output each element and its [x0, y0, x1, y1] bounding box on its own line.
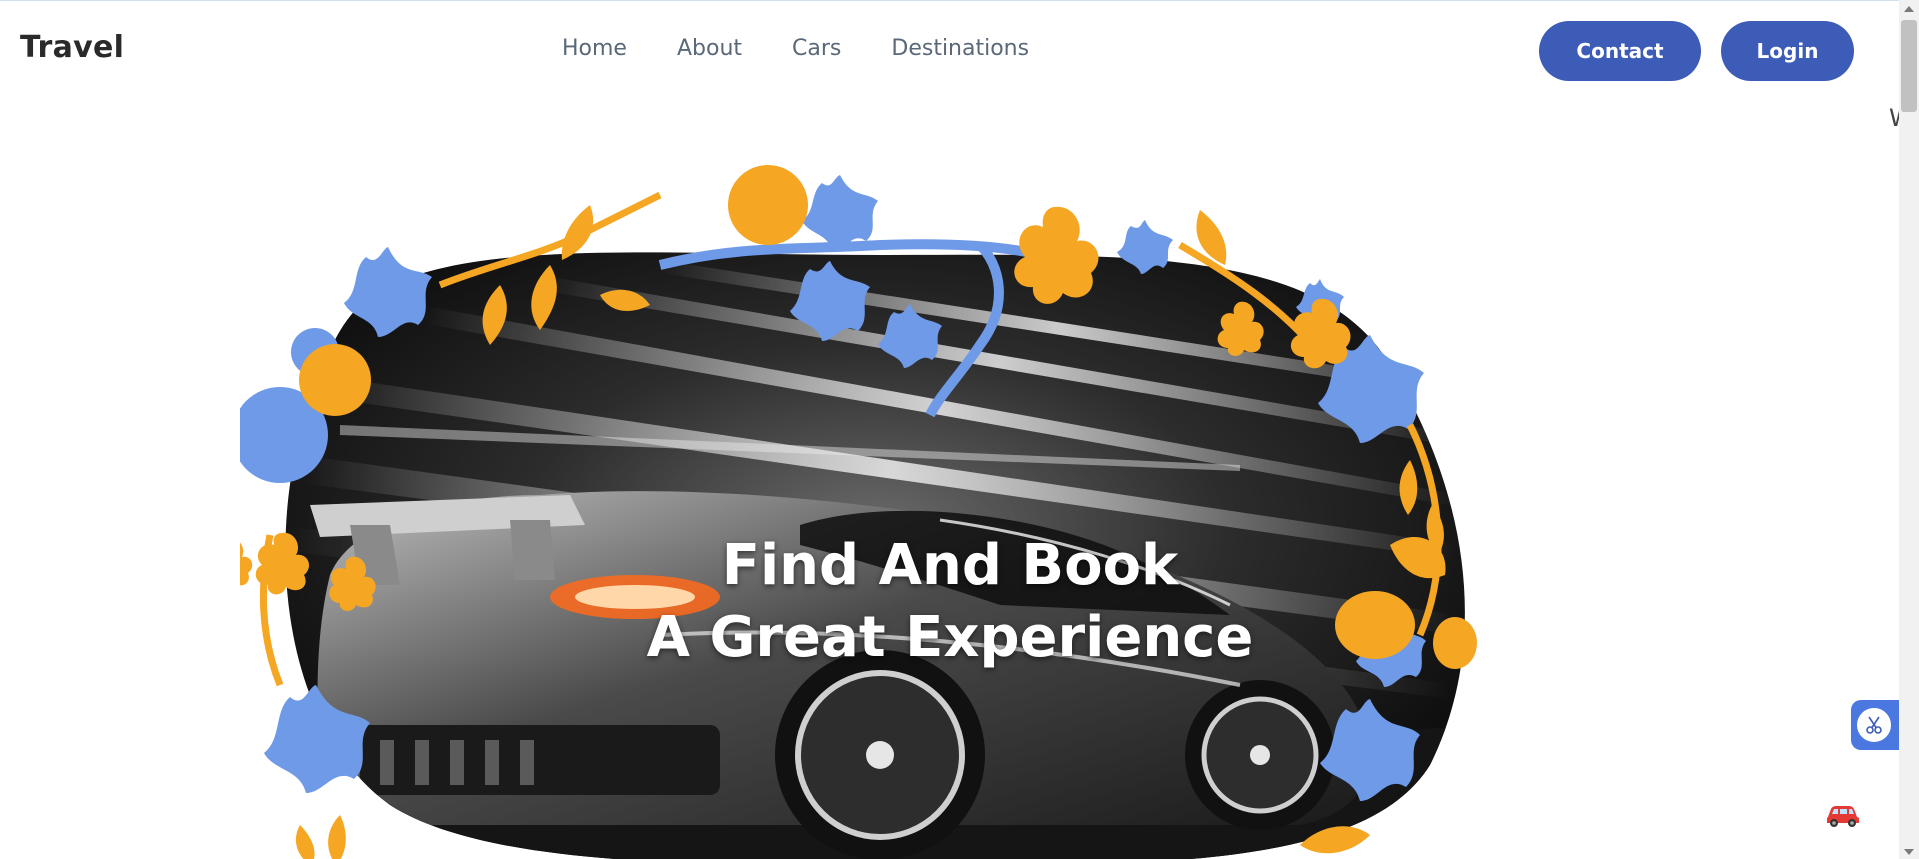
contact-button[interactable]: Contact	[1539, 21, 1701, 81]
scissors-icon[interactable]	[1855, 706, 1893, 744]
page: Travel Home About Cars Destinations Cont…	[0, 0, 1919, 859]
vertical-scrollbar[interactable]	[1899, 0, 1919, 859]
nav-link-cars[interactable]: Cars	[792, 36, 841, 61]
login-button[interactable]: Login	[1721, 21, 1854, 81]
scrollbar-thumb[interactable]	[1901, 20, 1917, 112]
sports-car-flower-frame-illustration	[240, 165, 1477, 859]
clipped-edge-text: W	[1889, 104, 1899, 132]
nav-link-home[interactable]: Home	[562, 36, 627, 61]
scroll-down-arrow-icon[interactable]	[1904, 849, 1914, 855]
red-car-icon[interactable]	[1825, 800, 1861, 828]
scroll-up-arrow-icon[interactable]	[1904, 6, 1914, 12]
hero-image	[240, 165, 1540, 859]
top-border	[0, 0, 1899, 1]
main-nav: Home About Cars Destinations	[562, 36, 1029, 61]
site-logo[interactable]: Travel	[20, 30, 124, 65]
nav-link-destinations[interactable]: Destinations	[891, 36, 1029, 61]
nav-link-about[interactable]: About	[677, 36, 742, 61]
